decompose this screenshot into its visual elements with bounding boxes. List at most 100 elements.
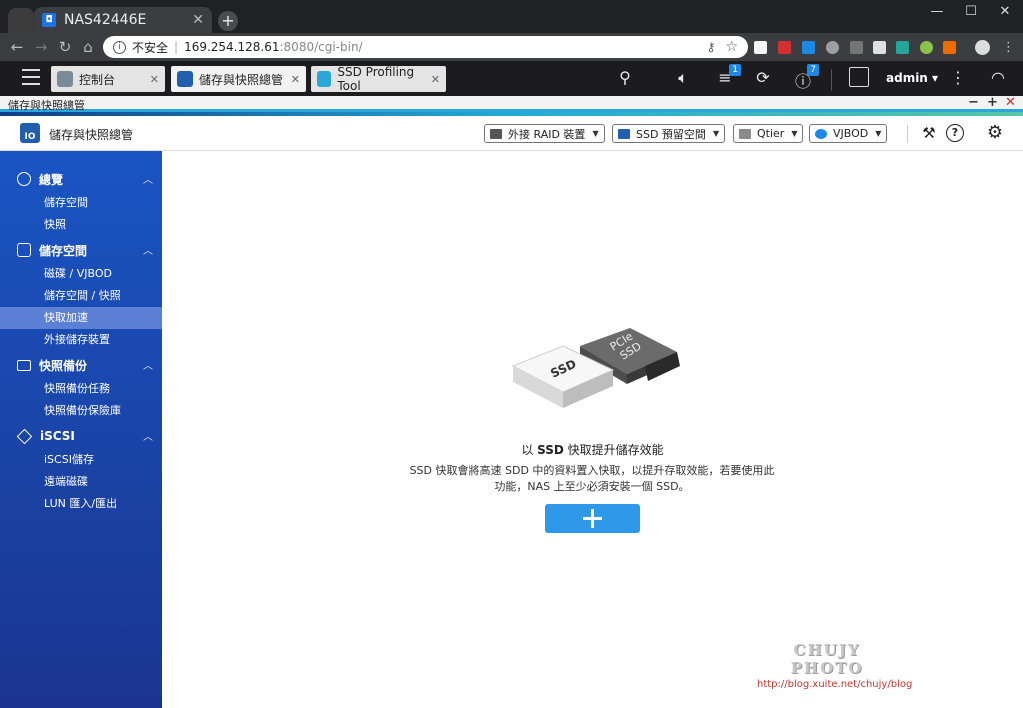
title-prefix: 以 bbox=[521, 443, 538, 457]
sidebar-item-snapshot-vault[interactable]: 快照備份保險庫 bbox=[0, 400, 162, 422]
sidebar-section-snapshot-backup[interactable]: 快照備份 ︿ bbox=[0, 354, 162, 376]
qts-tab-storage[interactable]: 儲存與快照總管 ✕ bbox=[171, 66, 306, 92]
help-icon[interactable]: ? bbox=[946, 124, 964, 142]
storage-stack-icon bbox=[17, 243, 31, 257]
minimize-window-button[interactable]: — bbox=[922, 4, 952, 19]
sidebar-item-snapshot-backup-jobs[interactable]: 快照備份任務 bbox=[0, 378, 162, 400]
home-icon[interactable]: ⌂ bbox=[79, 38, 97, 56]
user-icon[interactable] bbox=[849, 67, 869, 87]
browser-tab[interactable]: ◘ NAS42446E ✕ bbox=[34, 7, 212, 33]
user-menu[interactable]: admin ▾ bbox=[886, 71, 938, 85]
extension-icon[interactable] bbox=[896, 41, 909, 54]
sidebar-item-storage[interactable]: 儲存空間 bbox=[0, 192, 162, 214]
address-separator: | bbox=[174, 40, 179, 54]
profile-avatar[interactable] bbox=[975, 40, 990, 55]
sidebar-section-overview[interactable]: 總覽 ︿ bbox=[0, 168, 162, 190]
qts-tab-control-panel[interactable]: 控制台 ✕ bbox=[51, 66, 165, 92]
background-tasks-icon[interactable]: ≡ 1 bbox=[713, 64, 741, 87]
chevron-up-icon[interactable]: ︿ bbox=[143, 357, 153, 372]
sidebar-item-external-storage[interactable]: 外接儲存裝置 bbox=[0, 329, 162, 351]
browser-tab-title: NAS42446E bbox=[64, 12, 147, 28]
notification-badge: 7 bbox=[807, 64, 819, 76]
chevron-down-icon: ▼ bbox=[875, 129, 882, 138]
sidebar-item-snapshot[interactable]: 快照 bbox=[0, 214, 162, 236]
bookmark-star-icon[interactable]: ☆ bbox=[725, 39, 738, 55]
maximize-app-button[interactable]: + bbox=[987, 95, 998, 110]
sidebar-section-label: 快照備份 bbox=[39, 358, 88, 373]
chevron-down-icon: ▼ bbox=[712, 129, 720, 138]
storage-icon bbox=[177, 71, 193, 87]
browser-menu-icon[interactable]: ⋮ bbox=[1002, 40, 1015, 55]
empty-state-title: 以 SSD 快取提升儲存效能 bbox=[162, 441, 1023, 458]
close-icon[interactable]: ✕ bbox=[150, 73, 159, 86]
close-window-button[interactable]: ✕ bbox=[990, 4, 1020, 19]
sidebar-section-label: 儲存空間 bbox=[39, 243, 88, 258]
more-options-icon[interactable]: ⋮ bbox=[946, 68, 970, 87]
divider bbox=[907, 125, 908, 143]
address-bar[interactable]: i 不安全 | 169.254.128.61 :8080/cgi-bin/ ⚷ … bbox=[103, 36, 748, 58]
extension-icon[interactable] bbox=[873, 41, 886, 54]
forward-icon[interactable]: → bbox=[32, 38, 50, 56]
extension-icon[interactable] bbox=[754, 41, 767, 54]
volume-icon[interactable]: 🔈︎ bbox=[671, 68, 695, 88]
iscsi-icon bbox=[16, 428, 33, 444]
site-info-icon[interactable]: i bbox=[113, 40, 126, 54]
sidebar-item-cache-acceleration[interactable]: 快取加速 bbox=[0, 307, 162, 329]
sidebar-item-disks-vjbod[interactable]: 磁碟 / VJBOD bbox=[0, 263, 162, 285]
sync-icon[interactable]: ⟳ bbox=[751, 68, 775, 87]
back-icon[interactable]: ← bbox=[8, 38, 26, 56]
sidebar-item-storage-snapshots[interactable]: 儲存空間 / 快照 bbox=[0, 285, 162, 307]
sidebar-item-remote-disk[interactable]: 遠端磁碟 bbox=[0, 471, 162, 493]
sidebar-section-iscsi[interactable]: iSCSI ︿ bbox=[0, 425, 162, 447]
minimize-app-button[interactable]: − bbox=[968, 95, 979, 110]
settings-gear-icon[interactable]: ⚙ bbox=[986, 122, 1004, 143]
chevron-up-icon[interactable]: ︿ bbox=[143, 428, 153, 443]
sidebar-item-iscsi-storage[interactable]: iSCSI儲存 bbox=[0, 449, 162, 471]
control-panel-icon bbox=[57, 71, 73, 87]
ssd-overprovision-button[interactable]: SSD 預留空間 ▼ bbox=[612, 124, 726, 143]
divider bbox=[831, 69, 832, 91]
external-raid-label: 外接 RAID 裝置 bbox=[508, 127, 586, 141]
close-icon[interactable]: ✕ bbox=[431, 73, 440, 86]
extension-icon[interactable] bbox=[943, 41, 956, 54]
qts-tab-label: 儲存與快照總管 bbox=[199, 72, 284, 87]
extension-icon[interactable] bbox=[850, 41, 863, 54]
extension-icon[interactable] bbox=[920, 41, 933, 54]
ssd-profiling-icon bbox=[317, 71, 332, 87]
notification-icon[interactable]: ⓘ 7 bbox=[791, 64, 819, 92]
maximize-window-button[interactable]: ☐ bbox=[956, 4, 986, 19]
sidebar-item-lun-import-export[interactable]: LUN 匯入/匯出 bbox=[0, 493, 162, 515]
external-raid-button[interactable]: 外接 RAID 裝置 ▼ bbox=[484, 124, 605, 143]
qts-tab-label: SSD Profiling Tool bbox=[337, 65, 415, 93]
adblock-extension-icon[interactable] bbox=[778, 41, 791, 54]
chevron-down-icon: ▼ bbox=[592, 129, 599, 138]
ssd-cache-illustration: PCIe SSD SSD bbox=[511, 328, 680, 408]
extension-icon[interactable] bbox=[826, 41, 839, 54]
close-app-button[interactable]: ✕ bbox=[1005, 95, 1016, 110]
new-tab-button[interactable]: + bbox=[218, 11, 238, 31]
qtier-label: Qtier bbox=[757, 127, 785, 140]
browser-previous-tab[interactable] bbox=[8, 8, 34, 33]
search-icon[interactable]: ⚲ bbox=[613, 68, 637, 87]
qtier-button[interactable]: Qtier ▼ bbox=[733, 124, 804, 143]
vjbod-icon bbox=[815, 128, 827, 139]
dashboard-gauge-icon[interactable]: ◠ bbox=[986, 68, 1010, 87]
vjbod-button[interactable]: VJBOD ▼ bbox=[809, 124, 888, 143]
close-icon[interactable]: ✕ bbox=[291, 73, 300, 86]
sidebar-section-label: iSCSI bbox=[40, 429, 75, 443]
add-ssd-cache-button[interactable] bbox=[545, 504, 640, 533]
external-raid-icon bbox=[490, 128, 502, 139]
chevron-up-icon[interactable]: ︿ bbox=[143, 242, 153, 257]
diagnostic-icon[interactable]: ⚒ bbox=[920, 124, 938, 142]
qts-tab-ssd-profiling[interactable]: SSD Profiling Tool ✕ bbox=[311, 65, 446, 93]
close-tab-icon[interactable]: ✕ bbox=[192, 12, 204, 28]
sidebar-section-storage[interactable]: 儲存空間 ︿ bbox=[0, 239, 162, 261]
main-menu-icon[interactable] bbox=[22, 69, 40, 85]
title-bold: SSD bbox=[537, 443, 564, 457]
extension-icon[interactable] bbox=[802, 41, 815, 54]
sidebar: 總覽 ︿ 儲存空間 快照 儲存空間 ︿ 磁碟 / VJBOD 儲存空間 / 快照… bbox=[0, 151, 162, 708]
reload-icon[interactable]: ↻ bbox=[56, 38, 74, 56]
key-icon[interactable]: ⚷ bbox=[707, 40, 716, 54]
chevron-up-icon[interactable]: ︿ bbox=[143, 171, 153, 186]
title-suffix: 快取提升儲存效能 bbox=[563, 443, 664, 457]
